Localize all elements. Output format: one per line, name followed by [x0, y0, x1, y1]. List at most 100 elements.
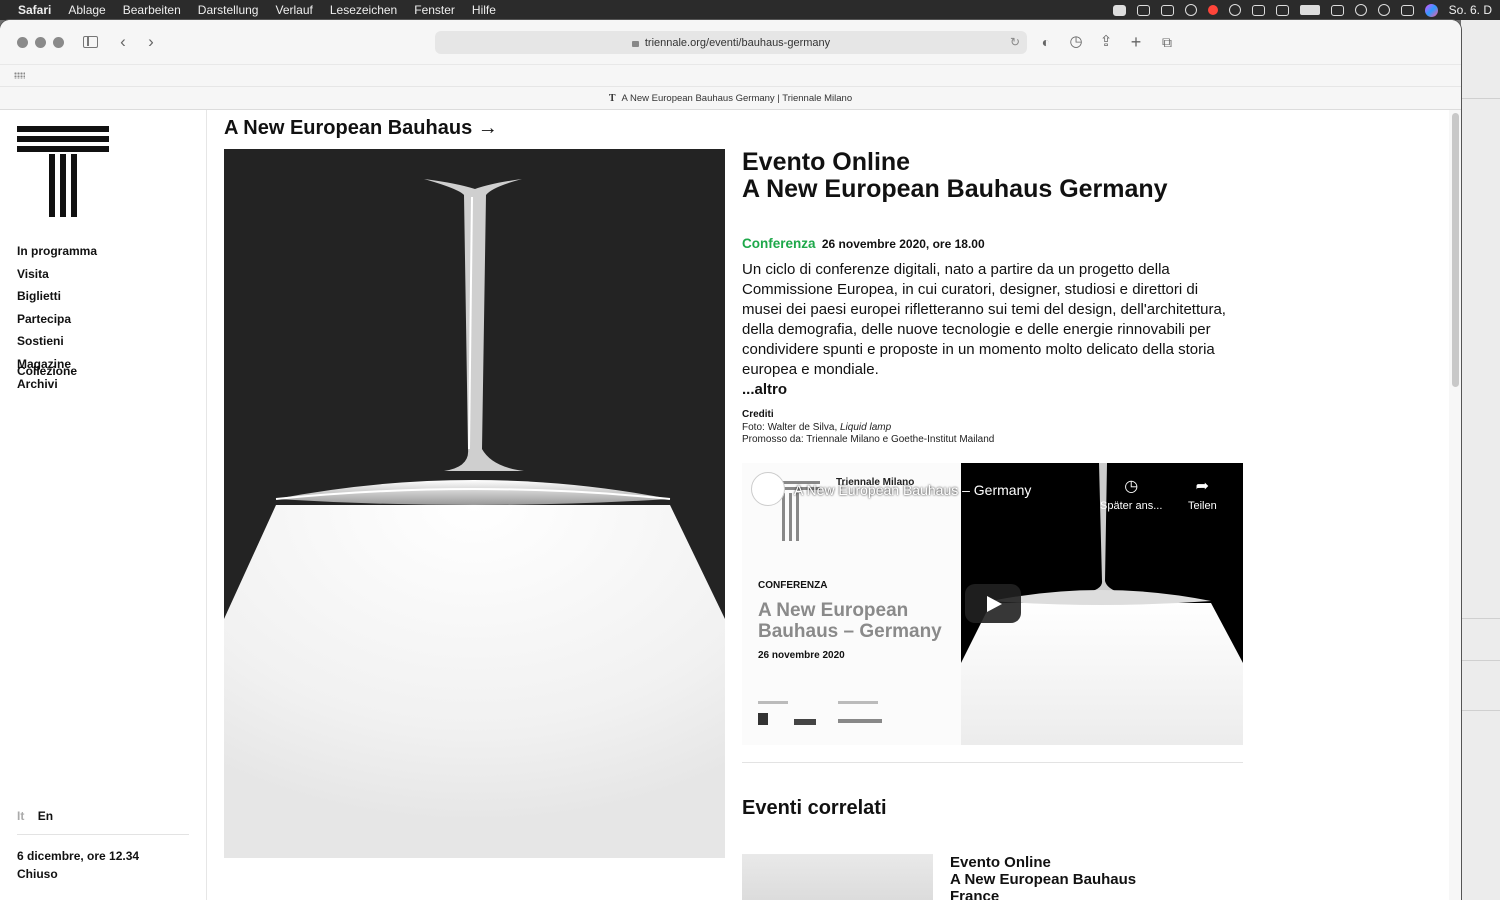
tab-title[interactable]: A New European Bauhaus Germany | Trienna… [622, 93, 853, 104]
video-thumbnail-left: Triennale Milano CONFERENZA A New Europe… [742, 463, 961, 745]
opening-status: Chiuso [17, 867, 58, 881]
related-event-title[interactable]: Evento Online A New European Bauhaus Fra… [950, 854, 1136, 900]
liquid-lamp-image [224, 149, 725, 858]
favicon-icon: T [608, 92, 616, 104]
language-switch: It En [17, 809, 53, 823]
zoom-window-button[interactable] [53, 37, 64, 48]
keyboard-icon[interactable] [1275, 4, 1289, 16]
share-label: Teilen [1188, 500, 1217, 512]
nav-partecipa[interactable]: Partecipa [17, 308, 97, 331]
control-center-icon[interactable] [1400, 4, 1414, 16]
opening-date: 6 dicembre, ore 12.34 [17, 849, 140, 863]
nav-archivi[interactable]: Archivi [17, 378, 197, 390]
nav-overflow: Collezione Archivi [17, 365, 197, 389]
back-icon[interactable]: ‹ [113, 32, 133, 52]
reload-icon[interactable]: ↻ [1010, 35, 1020, 49]
watch-later-label: Später ans... [1100, 500, 1163, 512]
time-machine-icon[interactable] [1228, 4, 1241, 16]
address-bar[interactable]: triennale.org/eventi/bauhaus-germany ↻ [435, 31, 1027, 54]
sidebar-toggle-icon[interactable] [83, 36, 98, 48]
series-link[interactable]: A New European Bauhaus → [224, 117, 498, 140]
page-scrollbar[interactable] [1449, 110, 1461, 900]
thumbnail-title: A New European Bauhaus – Germany [758, 600, 942, 642]
credits-photo-prefix: Foto: Walter de Silva, [742, 422, 840, 433]
notification-badge-icon[interactable] [1207, 5, 1218, 15]
screen-icon[interactable] [1136, 4, 1150, 16]
main-nav: In programma Visita Biglietti Partecipa … [17, 240, 97, 375]
user-icon[interactable] [1354, 4, 1367, 16]
menu-bearbeiten[interactable]: Bearbeiten [123, 3, 181, 17]
url-text: triennale.org/eventi/bauhaus-germany [644, 36, 831, 49]
siri-icon[interactable] [1424, 3, 1438, 17]
tab-bar: T A New European Bauhaus Germany | Trien… [0, 86, 1461, 110]
status-bar-icon[interactable] [1112, 4, 1126, 16]
menu-lesezeichen[interactable]: Lesezeichen [330, 3, 397, 17]
macos-menubar: Safari Ablage Bearbeiten Darstellung Ver… [0, 0, 1500, 20]
event-title: A New European Bauhaus Germany [742, 175, 1168, 203]
credits-title: Crediti [742, 409, 774, 420]
share-video-button[interactable]: ➦ Teilen [1188, 476, 1217, 512]
cloud-icon[interactable] [1184, 4, 1197, 16]
menu-verlauf[interactable]: Verlauf [275, 3, 312, 17]
lang-it[interactable]: It [17, 809, 24, 823]
channel-avatar[interactable] [751, 472, 785, 506]
event-type: Evento Online [742, 148, 911, 176]
favorites-grid-icon[interactable] [14, 72, 25, 79]
background-window [1461, 20, 1500, 900]
menu-hilfe[interactable]: Hilfe [472, 3, 496, 17]
event-category[interactable]: Conferenza [742, 236, 816, 251]
watch-later-button[interactable]: ◷ Später ans... [1100, 476, 1162, 512]
site-sidebar: In programma Visita Biglietti Partecipa … [0, 110, 207, 900]
thumbnail-date: 26 novembre 2020 [758, 650, 845, 661]
close-window-button[interactable] [17, 37, 28, 48]
spotlight-search-icon[interactable] [1377, 4, 1390, 16]
sidebar-divider [17, 834, 189, 835]
menu-ablage[interactable]: Ablage [68, 3, 105, 17]
browser-toolbar: ‹ › triennale.org/eventi/bauhaus-germany… [0, 20, 1461, 64]
lock-icon [631, 40, 639, 47]
forward-icon[interactable]: › [141, 32, 161, 52]
credits-photo: Foto: Walter de Silva, Liquid lamp [742, 422, 891, 433]
clock-icon: ◷ [1124, 478, 1139, 495]
scrollbar-thumb[interactable] [1452, 113, 1459, 387]
thumbnail-label: CONFERENZA [758, 580, 828, 591]
credits-photo-work: Liquid lamp [840, 422, 892, 433]
tab-overview-icon[interactable]: ⧉ [1157, 32, 1177, 52]
history-clock-icon[interactable]: ◷ [1066, 32, 1086, 52]
new-tab-icon[interactable]: + [1126, 32, 1146, 52]
menu-app-safari[interactable]: Safari [18, 3, 51, 17]
related-event-kind: Evento Online [950, 854, 1051, 871]
privacy-shield-icon[interactable]: ◐ [1036, 32, 1056, 52]
youtube-embed[interactable]: Triennale Milano CONFERENZA A New Europe… [742, 463, 1243, 745]
related-event-country: France [950, 888, 1000, 900]
share-icon[interactable]: ⇪ [1096, 32, 1116, 52]
battery-icon[interactable] [1299, 5, 1320, 15]
nav-visita[interactable]: Visita [17, 263, 97, 286]
event-datetime: 26 novembre 2020, ore 18.00 [821, 237, 985, 251]
video-title[interactable]: A New European Bauhaus – Germany [794, 482, 1031, 498]
nav-in-programma[interactable]: In programma [17, 240, 97, 263]
minimize-window-button[interactable] [35, 37, 46, 48]
related-event-thumbnail[interactable] [742, 854, 933, 900]
menubar-clock[interactable]: So. 6. D [1449, 3, 1492, 17]
related-events-heading: Eventi correlati [742, 797, 887, 819]
credits-promoter: Promosso da: Triennale Milano e Goethe-I… [742, 434, 995, 445]
triennale-logo[interactable] [17, 126, 109, 218]
menu-fenster[interactable]: Fenster [414, 3, 455, 17]
web-page: In programma Visita Biglietti Partecipa … [0, 110, 1461, 900]
related-event-name: A New European Bauhaus [950, 871, 1137, 888]
event-description: Un ciclo di conferenze digitali, nato a … [742, 261, 1226, 378]
safari-window: ‹ › triennale.org/eventi/bauhaus-germany… [0, 20, 1461, 900]
hero-image [224, 149, 725, 858]
wifi-icon[interactable] [1330, 4, 1344, 16]
bluetooth-icon[interactable] [1251, 4, 1265, 16]
lang-en[interactable]: En [38, 809, 53, 823]
window-controls [17, 37, 64, 48]
nav-sostieni[interactable]: Sostieni [17, 330, 97, 353]
play-button[interactable] [965, 584, 1021, 623]
display-icon[interactable] [1160, 4, 1174, 16]
menu-darstellung[interactable]: Darstellung [198, 3, 259, 17]
nav-biglietti[interactable]: Biglietti [17, 285, 97, 308]
read-more-link[interactable]: ...altro [742, 381, 787, 398]
content-divider [742, 762, 1243, 763]
